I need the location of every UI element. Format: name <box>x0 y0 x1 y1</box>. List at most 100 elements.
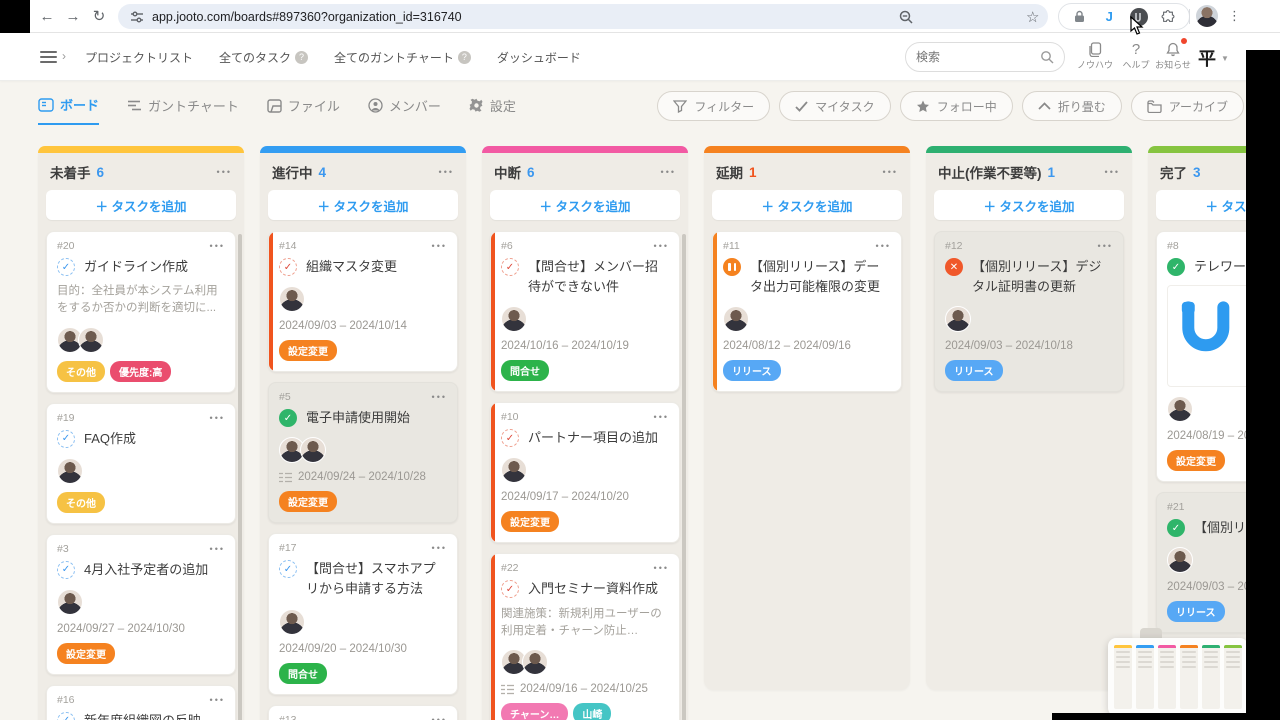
task-status-todo-icon[interactable]: ✓ <box>57 712 75 720</box>
browser-forward-icon[interactable]: → <box>60 8 86 25</box>
task-card[interactable]: #17•••✓【問合せ】スマホアプリから申請する方法2024/09/20 – 2… <box>268 533 458 694</box>
label-pill[interactable]: 問合せ <box>279 663 327 684</box>
user-menu[interactable]: 平 ▼ <box>1198 45 1229 71</box>
task-status-todo-icon[interactable]: ✓ <box>57 258 75 276</box>
column-menu-icon[interactable]: ••• <box>439 167 454 177</box>
card-menu-icon[interactable]: ••• <box>654 241 669 251</box>
notifications-button[interactable]: お知らせ <box>1150 40 1196 71</box>
search-box[interactable] <box>905 42 1065 72</box>
task-card[interactable]: #3•••✓4月入社予定者の追加2024/09/27 – 2024/10/30設… <box>46 534 236 675</box>
task-status-done-icon[interactable]: ✓ <box>1167 519 1185 537</box>
add-task-button[interactable]: ＋ タスクを追加 <box>490 190 680 220</box>
add-task-button[interactable]: ＋ タスクを追加 <box>268 190 458 220</box>
task-status-done-icon[interactable]: ✓ <box>1167 258 1185 276</box>
top-nav-item[interactable]: 全てのガントチャート? <box>334 49 471 66</box>
card-menu-icon[interactable]: ••• <box>432 543 447 553</box>
tab-board-active[interactable]: ボード <box>38 95 99 125</box>
zoom-out-icon[interactable] <box>898 4 914 29</box>
label-pill[interactable]: 設定変更 <box>1167 450 1225 471</box>
add-task-button[interactable]: ＋ タスクを追加 <box>712 190 902 220</box>
label-pill[interactable]: 設定変更 <box>279 340 337 361</box>
task-status-canceled-icon[interactable]: ✕ <box>945 258 963 276</box>
card-menu-icon[interactable]: ••• <box>1098 241 1113 251</box>
action-button-check[interactable]: マイタスク <box>779 91 891 121</box>
card-menu-icon[interactable]: ••• <box>210 241 225 251</box>
add-task-button[interactable]: ＋ タスクを追加 <box>46 190 236 220</box>
label-pill[interactable]: 設定変更 <box>279 491 337 512</box>
task-status-todo-icon[interactable]: ✓ <box>279 560 297 578</box>
bookmark-star-icon[interactable]: ☆ <box>1026 4 1039 29</box>
tab-item[interactable]: ファイル <box>267 95 340 125</box>
label-pill[interactable]: 問合せ <box>501 360 549 381</box>
top-nav-item[interactable]: プロジェクトリスト <box>85 49 193 66</box>
action-button-collapse[interactable]: 折り畳む <box>1022 91 1122 121</box>
knowhow-button[interactable]: ノウハウ <box>1072 40 1118 71</box>
browser-reload-icon[interactable]: ↻ <box>86 7 112 25</box>
label-pill[interactable]: チャーン… <box>501 703 568 720</box>
task-card[interactable]: #12•••✕【個別リリース】デジタル証明書の更新2024/09/03 – 20… <box>934 231 1124 392</box>
card-menu-icon[interactable]: ••• <box>876 241 891 251</box>
task-card[interactable]: #13•••✓【個別リリース】令和4年 育児休業関連法改正対応2024/09/1… <box>268 705 458 720</box>
browser-menu-icon[interactable]: ⋮ <box>1228 8 1242 24</box>
sidebar-toggle-icon[interactable]: › <box>40 48 66 66</box>
task-status-active-icon[interactable]: ✓ <box>501 580 519 598</box>
task-status-todo-icon[interactable]: ✓ <box>57 561 75 579</box>
card-menu-icon[interactable]: ••• <box>210 413 225 423</box>
action-button-star[interactable]: フォロー中 <box>900 91 1013 121</box>
task-card[interactable]: #11•••【個別リリース】データ出力可能権限の変更2024/08/12 – 2… <box>712 231 902 392</box>
tab-item[interactable]: ガントチャート <box>127 95 239 125</box>
board-thumbnail-overlay[interactable] <box>1108 638 1248 716</box>
card-menu-icon[interactable]: ••• <box>654 563 669 573</box>
task-card[interactable]: #22•••✓入門セミナー資料作成関連施策：新規利用ユーザーの利用定着・チャーン… <box>490 553 680 720</box>
column-scrollbar[interactable] <box>682 234 686 720</box>
task-card[interactable]: #6•••✓【問合せ】メンバー招待ができない件2024/10/16 – 2024… <box>490 231 680 392</box>
task-status-paused-icon[interactable] <box>723 258 741 276</box>
task-card[interactable]: #10•••✓パートナー項目の追加2024/09/17 – 2024/10/20… <box>490 402 680 543</box>
column-menu-icon[interactable]: ••• <box>661 167 676 177</box>
card-menu-icon[interactable]: ••• <box>210 544 225 554</box>
column-menu-icon[interactable]: ••• <box>217 167 232 177</box>
column-scrollbar[interactable] <box>238 234 242 720</box>
label-pill[interactable]: リリース <box>1167 601 1225 622</box>
browser-profile-avatar[interactable] <box>1196 5 1218 27</box>
extensions-puzzle-icon[interactable] <box>1159 8 1177 26</box>
card-menu-icon[interactable]: ••• <box>432 392 447 402</box>
label-pill[interactable]: リリース <box>723 360 781 381</box>
card-menu-icon[interactable]: ••• <box>654 412 669 422</box>
label-pill[interactable]: その他 <box>57 361 105 382</box>
task-card[interactable]: #5•••✓電子申請使用開始2024/09/24 – 2024/10/28設定変… <box>268 382 458 523</box>
tab-item[interactable]: 設定 <box>469 95 516 125</box>
card-menu-icon[interactable]: ••• <box>432 241 447 251</box>
label-pill[interactable]: リリース <box>945 360 1003 381</box>
extension-jooto-icon[interactable]: J <box>1100 8 1118 26</box>
extension-lock-icon[interactable] <box>1071 8 1089 26</box>
action-button-archive[interactable]: アーカイブ <box>1131 91 1244 121</box>
task-status-active-icon[interactable]: ✓ <box>279 258 297 276</box>
top-nav-item[interactable]: ダッシュボード <box>497 49 581 66</box>
column-menu-icon[interactable]: ••• <box>1105 167 1120 177</box>
task-card[interactable]: #16•••✓新年度組織図の反映2024/09/27 – 2024/10/30設… <box>46 685 236 720</box>
task-card[interactable]: #20•••✓ガイドライン作成目的：全社員が本システム利用をするか否かの判断を適… <box>46 231 236 393</box>
column-menu-icon[interactable]: ••• <box>883 167 898 177</box>
task-status-todo-icon[interactable]: ✓ <box>57 430 75 448</box>
label-pill[interactable]: 設定変更 <box>501 511 559 532</box>
task-status-active-icon[interactable]: ✓ <box>501 258 519 276</box>
browser-back-icon[interactable]: ← <box>34 8 60 25</box>
label-pill[interactable]: 設定変更 <box>57 643 115 664</box>
task-status-active-icon[interactable]: ✓ <box>501 429 519 447</box>
label-pill[interactable]: 山崎 <box>573 703 611 720</box>
label-pill[interactable]: その他 <box>57 492 105 513</box>
card-menu-icon[interactable]: ••• <box>210 695 225 705</box>
tab-item[interactable]: メンバー <box>368 95 441 125</box>
site-settings-icon[interactable] <box>130 10 144 24</box>
task-status-done-icon[interactable]: ✓ <box>279 409 297 427</box>
action-button-filter[interactable]: フィルター <box>657 91 770 121</box>
top-nav-item[interactable]: 全てのタスク? <box>219 49 308 66</box>
task-card[interactable]: #19•••✓FAQ作成その他 <box>46 403 236 524</box>
search-input[interactable] <box>916 50 1032 64</box>
search-icon[interactable] <box>1040 50 1054 64</box>
label-pill[interactable]: 優先度:高 <box>110 361 171 382</box>
add-task-button[interactable]: ＋ タスクを追加 <box>934 190 1124 220</box>
task-card[interactable]: #14•••✓組織マスタ変更2024/09/03 – 2024/10/14設定変… <box>268 231 458 372</box>
card-menu-icon[interactable]: ••• <box>432 715 447 720</box>
